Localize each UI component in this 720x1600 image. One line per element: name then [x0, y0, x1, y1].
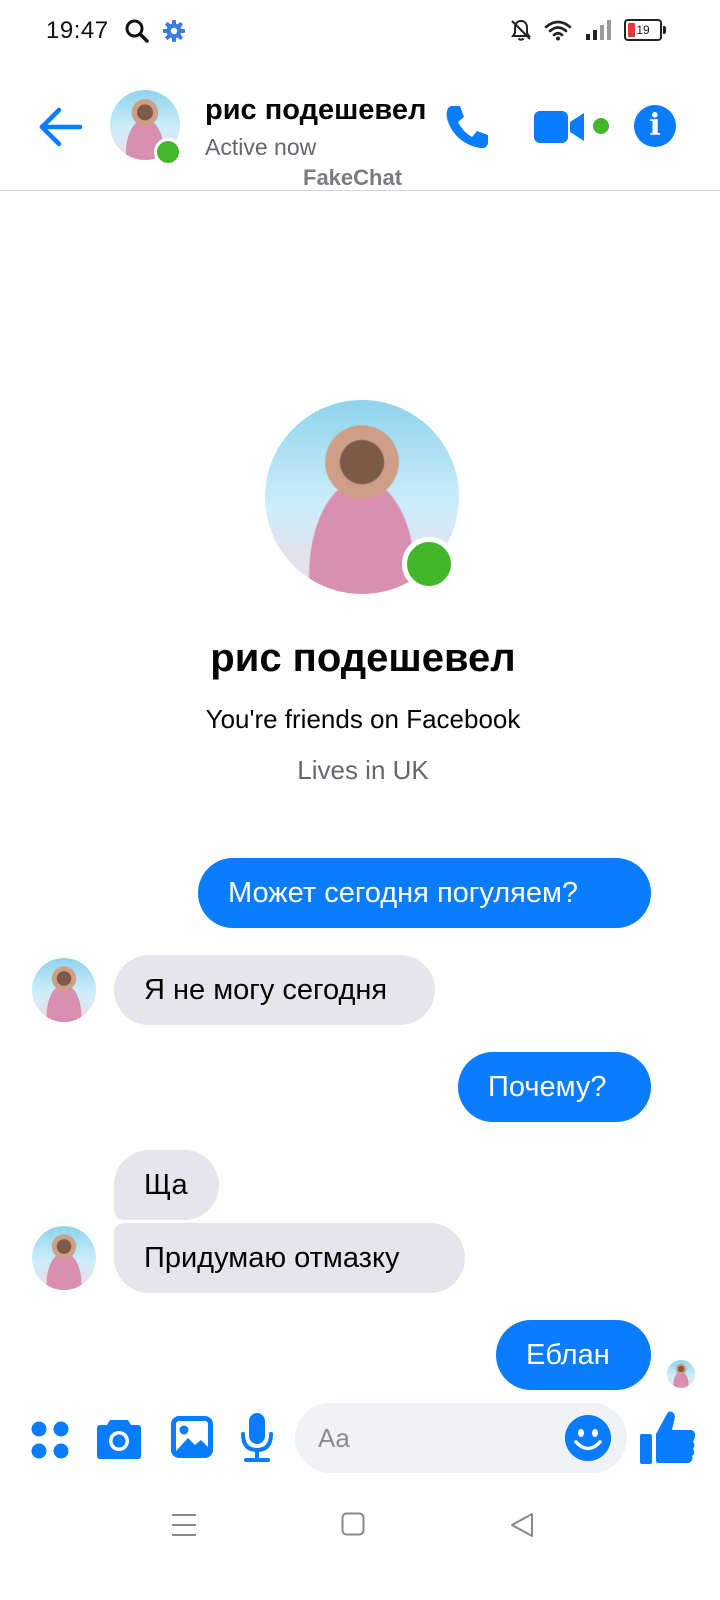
- active-status: Active now: [205, 134, 317, 160]
- emoji-icon[interactable]: [565, 1415, 611, 1461]
- status-icons-right: 19: [510, 18, 666, 42]
- search-icon: [125, 19, 149, 43]
- contact-name[interactable]: рис подешевел: [205, 94, 426, 127]
- online-indicator: [154, 138, 182, 166]
- status-bar: 19:47 19: [0, 0, 720, 64]
- back-nav-icon[interactable]: [510, 1512, 534, 1538]
- battery-level: 19: [636, 23, 650, 37]
- profile-online-indicator: [402, 537, 456, 591]
- sender-avatar[interactable]: [32, 1226, 96, 1290]
- location-info: Lives in UK: [297, 755, 429, 785]
- status-icons-left: [124, 18, 186, 44]
- mute-bell-icon: [511, 19, 531, 41]
- system-nav-bar: [0, 1490, 720, 1600]
- message-bubble-outgoing[interactable]: Еблан: [496, 1320, 651, 1390]
- wifi-icon: [544, 20, 572, 41]
- image-icon[interactable]: [170, 1415, 214, 1459]
- video-camera-icon[interactable]: [532, 104, 588, 150]
- home-icon[interactable]: [341, 1512, 365, 1536]
- message-bubble-incoming[interactable]: Ща: [114, 1150, 219, 1220]
- microphone-icon[interactable]: [240, 1412, 274, 1464]
- back-arrow-icon[interactable]: [38, 104, 84, 150]
- message-bubble-incoming[interactable]: Придумаю отмазку: [114, 1223, 465, 1293]
- message-bubble-outgoing[interactable]: Может сегодня погуляем?: [198, 858, 651, 928]
- message-bubble-incoming[interactable]: Я не могу сегодня: [114, 955, 435, 1025]
- sender-avatar[interactable]: [32, 958, 96, 1022]
- camera-icon[interactable]: [96, 1416, 142, 1460]
- gear-icon: [163, 20, 185, 42]
- info-icon[interactable]: i: [634, 105, 676, 147]
- apps-icon[interactable]: [30, 1420, 70, 1460]
- video-active-dot: [593, 118, 609, 134]
- friendship-info: You're friends on Facebook: [205, 704, 521, 734]
- chat-header: рис подешевел Active now FakeChat i: [0, 64, 720, 191]
- watermark: FakeChat: [303, 165, 403, 190]
- profile-name: рис подешевел: [210, 636, 516, 680]
- battery-icon: 19: [624, 19, 666, 41]
- menu-icon[interactable]: [171, 1512, 197, 1538]
- thumbs-up-icon[interactable]: [638, 1408, 698, 1468]
- seen-avatar: [667, 1360, 695, 1388]
- phone-icon[interactable]: [440, 100, 494, 154]
- message-bubble-outgoing[interactable]: Почему?: [458, 1052, 651, 1122]
- composer-bar: Aa: [0, 1400, 720, 1480]
- status-time: 19:47: [46, 17, 109, 44]
- signal-icon: [586, 20, 611, 40]
